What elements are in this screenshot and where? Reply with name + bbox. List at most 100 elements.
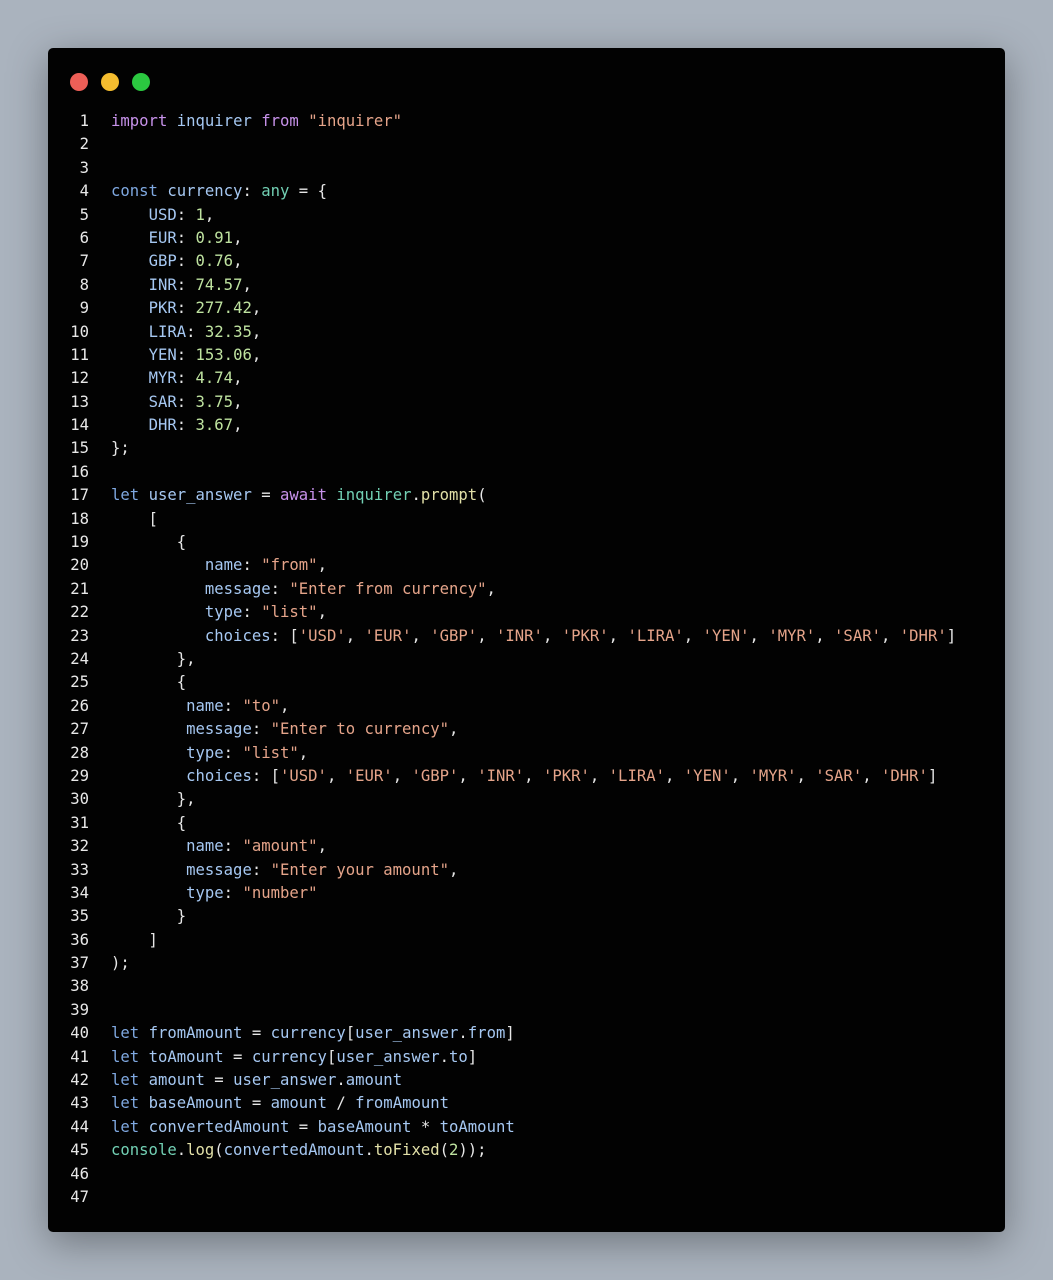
code-line: 26 name: "to", [48, 695, 1005, 718]
code-text: name: "from", [111, 554, 327, 577]
code-token: : [176, 345, 196, 364]
code-token: , [862, 766, 881, 785]
code-text: DHR: 3.67, [111, 414, 243, 437]
code-line: 6 EUR: 0.91, [48, 227, 1005, 250]
code-token: , [345, 626, 365, 645]
code-token: , [730, 766, 750, 785]
code-token: 'DHR' [881, 766, 928, 785]
code-token: "list" [242, 743, 299, 762]
code-token: = [242, 1094, 271, 1113]
line-number: 39 [70, 1000, 89, 1019]
line-number: 28 [70, 743, 89, 762]
code-token: 74.57 [195, 275, 243, 294]
code-token: fromAmount [355, 1094, 450, 1113]
code-text: choices: ['USD', 'EUR', 'GBP', 'INR', 'P… [111, 625, 956, 648]
code-token: message [204, 579, 271, 598]
code-token: let [111, 1071, 140, 1090]
line-number: 25 [70, 673, 89, 692]
line-number: 11 [70, 345, 89, 364]
code-line: 43 let baseAmount = amount / fromAmount [48, 1092, 1005, 1115]
code-token: : [223, 743, 243, 762]
code-line: 32 name: "amount", [48, 835, 1005, 858]
code-token: 'USD' [298, 626, 346, 645]
code-token: , [251, 299, 262, 318]
code-token: = [204, 1071, 234, 1090]
code-text: ); [111, 952, 130, 975]
line-number: 36 [70, 930, 89, 949]
code-line: 23 choices: ['USD', 'EUR', 'GBP', 'INR',… [48, 625, 1005, 648]
minimize-button[interactable] [101, 73, 119, 91]
code-line: 33 message: "Enter your amount", [48, 859, 1005, 882]
line-number: 2 [79, 135, 89, 154]
code-line: 27 message: "Enter to currency", [48, 718, 1005, 741]
code-token: "from" [261, 556, 318, 575]
code-editor[interactable]: 1 import inquirer from "inquirer" 2 3 4 const… [48, 110, 1005, 1209]
code-token: any [261, 182, 290, 201]
code-text: YEN: 153.06, [111, 344, 262, 367]
code-token: [ [345, 1024, 356, 1043]
close-button[interactable] [70, 73, 88, 91]
line-number: 35 [70, 907, 89, 926]
code-text: let baseAmount = amount / fromAmount [111, 1092, 449, 1115]
code-token: )); [458, 1141, 487, 1160]
line-number: 22 [70, 603, 89, 622]
code-token: 'INR' [495, 626, 543, 645]
line-number: 5 [79, 205, 89, 224]
code-token: = [289, 1117, 318, 1136]
code-token: toAmount [148, 1047, 224, 1066]
code-token: 3.75 [195, 392, 234, 411]
code-token: "Enter your amount" [270, 860, 449, 879]
code-text: GBP: 0.76, [111, 250, 243, 273]
code-line: 40 let fromAmount = currency[user_answer.… [48, 1022, 1005, 1045]
code-token: prompt [420, 486, 478, 505]
code-line: 5 USD: 1, [48, 204, 1005, 227]
line-number: 8 [79, 275, 89, 294]
code-token: 'MYR' [768, 626, 816, 645]
code-token: : [242, 556, 262, 575]
code-token: : [251, 720, 271, 739]
code-token: await [280, 486, 327, 505]
code-line: 30 }, [48, 788, 1005, 811]
code-token: : [176, 369, 196, 388]
code-token: message [186, 860, 252, 879]
code-token: ] [946, 626, 957, 645]
code-token: , [233, 228, 243, 247]
code-token: DHR [148, 416, 177, 435]
code-token: . [176, 1141, 187, 1160]
code-text: }, [111, 648, 196, 671]
code-token: : [176, 205, 196, 224]
code-token: ] [111, 930, 158, 949]
code-token: "to" [242, 696, 281, 715]
code-text: name: "amount", [111, 835, 327, 858]
code-token: : [176, 392, 196, 411]
line-number: 31 [70, 813, 89, 832]
code-token: , [233, 252, 243, 271]
line-number: 19 [70, 533, 89, 552]
code-token: type [204, 603, 243, 622]
code-line: 44 let convertedAmount = baseAmount * toA… [48, 1116, 1005, 1139]
code-token: , [665, 766, 684, 785]
code-token: : [270, 579, 290, 598]
code-token: amount [148, 1071, 205, 1090]
maximize-button[interactable] [132, 73, 150, 91]
code-token: : [186, 322, 205, 341]
code-line: 28 type: "list", [48, 742, 1005, 765]
code-token: : [242, 603, 262, 622]
code-token: : [176, 416, 196, 435]
code-token: , [317, 556, 327, 575]
code-token: = [242, 1024, 271, 1043]
code-token: name [204, 556, 243, 575]
code-token: from [467, 1024, 506, 1043]
code-token: 'PKR' [542, 766, 590, 785]
code-line: 2 [48, 133, 1005, 156]
code-line: 22 type: "list", [48, 601, 1005, 624]
line-number: 33 [70, 860, 89, 879]
code-token: 153.06 [195, 345, 252, 364]
